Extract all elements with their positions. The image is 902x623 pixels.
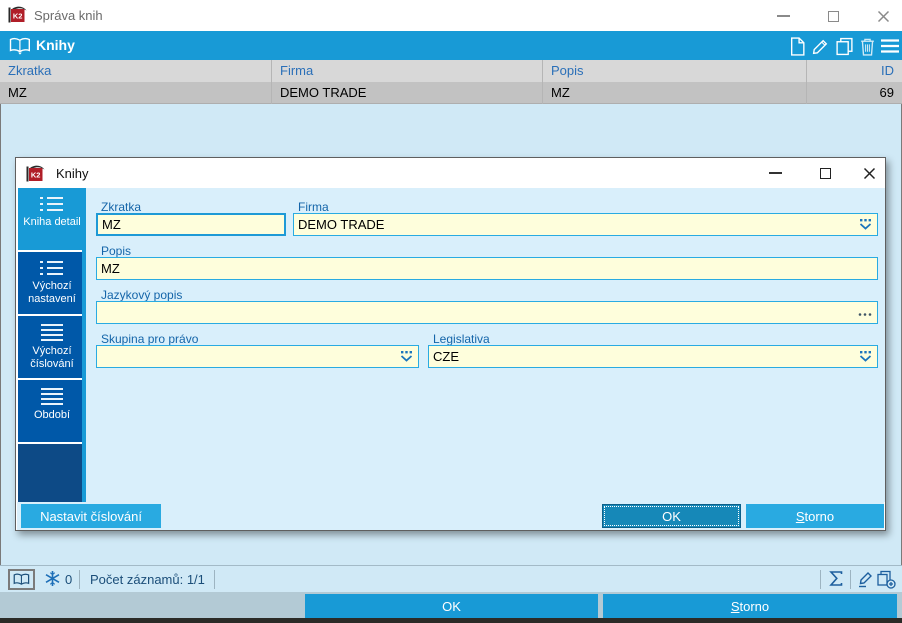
label-legislativa: Legislativa [433,332,490,346]
active-tab-stripe [82,188,86,502]
dotted-list-icon [40,261,63,275]
jazykovy-popis-field[interactable] [96,301,878,324]
delete-button[interactable] [856,35,878,57]
dialog-minimize-button[interactable] [760,166,790,180]
legislativa-field[interactable] [428,345,878,368]
close-icon [863,167,875,179]
lines-icon [41,324,63,341]
app-window: K2 Správa knih Knihy Hledat Zkratka Firm… [0,0,902,623]
frozen-count: 0 [65,572,73,587]
maximize-button[interactable] [818,9,848,23]
desktop-background-strip [0,618,902,623]
book-icon [9,37,30,55]
tab-obdobi[interactable]: Období [18,380,86,442]
separator [214,570,215,589]
jazykovy-popis-ellipsis-button[interactable] [856,307,873,322]
svg-text:K2: K2 [31,171,41,180]
new-record-button[interactable] [786,35,808,57]
tab-kniha-detail[interactable]: Kniha detail [18,188,86,250]
firma-dropdown-button[interactable] [857,217,874,232]
footer-ok-button[interactable]: OK [305,594,598,618]
book-toggle-button[interactable] [8,569,35,590]
column-header-zkratka[interactable]: Zkratka [0,60,272,82]
tab-vychozi-nastaveni[interactable]: Výchozí nastavení [18,252,86,314]
dialog-close-button[interactable] [854,166,884,180]
delete-icon [860,38,874,56]
popis-field[interactable] [96,257,878,280]
column-header-firma[interactable]: Firma [272,60,543,82]
dropdown-icon [859,219,872,230]
edit-button[interactable] [809,35,831,57]
copy-plus-icon [877,570,896,589]
minimize-button[interactable] [768,9,798,23]
dropdown-icon [859,351,872,362]
firma-field[interactable] [293,213,878,236]
row-cell-zkratka: MZ [0,82,272,104]
separator [850,570,851,589]
label-firma: Firma [298,200,329,214]
copy-add-button[interactable] [876,570,896,594]
book-icon [13,573,30,585]
label-popis: Popis [101,244,132,258]
row-cell-popis: MZ [543,82,807,104]
label-skupina-pro-pravo: Skupina pro právo [101,332,199,346]
column-header-popis[interactable]: Popis [543,60,807,82]
new-record-icon [790,36,805,56]
separator [820,570,821,589]
close-button[interactable] [868,9,898,23]
record-count-label: Počet záznamů: 1/1 [90,572,205,587]
column-header-id[interactable]: ID [807,60,902,82]
pencil-sign-icon [859,572,872,588]
sum-button[interactable] [828,570,844,592]
table-row[interactable]: MZ DEMO TRADE MZ 69 [0,82,902,104]
footer-storno-button[interactable]: Storno [603,594,897,618]
separator [79,570,80,589]
menu-button[interactable] [879,35,901,57]
label-zkratka: Zkratka [101,200,142,214]
dialog-title: Knihy [56,166,89,181]
k2-logo-icon: K2 [26,165,45,182]
copy-icon [835,37,853,55]
dotted-list-icon [40,197,63,211]
ellipsis-icon [858,313,871,316]
frozen-records-icon[interactable] [44,570,61,592]
svg-text:K2: K2 [13,12,23,21]
table-header: Zkratka Firma Popis ID [0,60,902,82]
dropdown-icon [400,351,413,362]
nastavit-cislovani-button[interactable]: Nastavit číslování [21,504,161,528]
row-cell-id: 69 [879,85,894,100]
footer-button-band: OK Storno [0,592,902,618]
edit-icon [812,39,827,54]
label-jazykovy-popis: Jazykový popis [101,288,183,302]
dialog-ok-button[interactable]: OK [602,504,741,528]
copy-button[interactable] [833,35,855,57]
status-bar: 0 Počet záznamů: 1/1 [0,565,902,592]
view-title: Knihy [36,37,75,53]
dialog-titlebar: K2 Knihy [16,158,885,188]
main-titlebar: K2 Správa knih [0,0,902,31]
dialog-maximize-button[interactable] [810,166,840,180]
window-title: Správa knih [34,8,103,23]
legislativa-dropdown-button[interactable] [857,349,874,364]
sign-button[interactable] [856,570,874,593]
row-cell-firma: DEMO TRADE [272,82,543,104]
zkratka-field[interactable] [96,213,286,236]
close-icon [877,10,889,22]
menu-icon [881,39,899,53]
lines-icon [41,388,63,405]
main-toolbar: Knihy [0,31,902,87]
tab-vychozi-cislovani[interactable]: Výchozí číslování [18,316,86,378]
dialog-knihy: K2 Knihy Kniha detail Výchozí nastavení … [15,157,886,531]
skupina-pro-pravo-field[interactable] [96,345,419,368]
dialog-sidebar: Kniha detail Výchozí nastavení Výchozí č… [18,188,86,502]
dialog-storno-button[interactable]: Storno [746,504,884,528]
skupina-dropdown-button[interactable] [398,349,415,364]
sigma-icon [829,571,843,586]
k2-logo-icon: K2 [8,6,27,23]
